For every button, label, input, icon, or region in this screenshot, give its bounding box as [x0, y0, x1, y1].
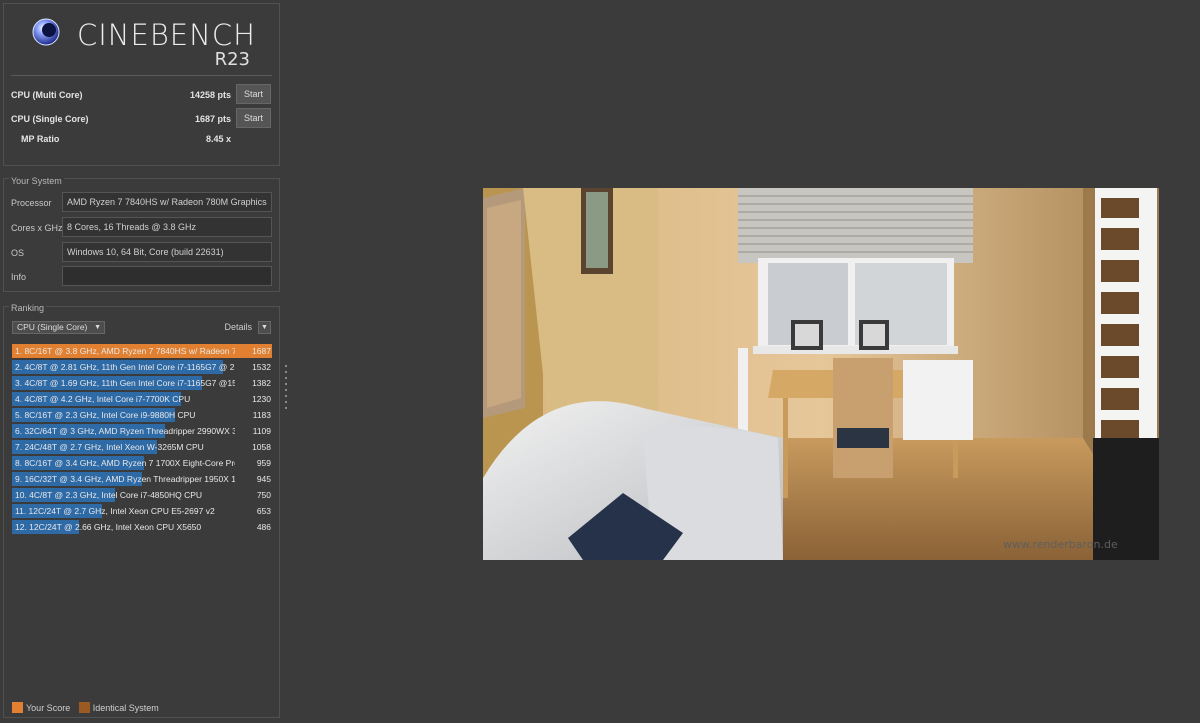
render-watermark: www.renderbaron.de — [1003, 538, 1118, 551]
ranking-row-label: 5. 8C/16T @ 2.3 GHz, Intel Core i9-9880H… — [15, 410, 196, 420]
chevron-down-icon: ▼ — [94, 324, 101, 331]
ranking-row-label: 3. 4C/8T @ 1.69 GHz, 11th Gen Intel Core… — [15, 378, 235, 388]
ranking-title: Ranking — [9, 303, 47, 313]
ranking-row-label: 2. 4C/8T @ 2.81 GHz, 11th Gen Intel Core… — [15, 362, 235, 372]
ranking-row[interactable]: 9. 16C/32T @ 3.4 GHz, AMD Ryzen Threadri… — [12, 472, 272, 486]
info-field[interactable] — [62, 266, 272, 286]
ranking-row-label: 4. 4C/8T @ 4.2 GHz, Intel Core i7-7700K … — [15, 394, 191, 404]
ranking-row-label: 7. 24C/48T @ 2.7 GHz, Intel Xeon W-3265M… — [15, 442, 204, 452]
your-score-legend-label: Your Score — [26, 702, 71, 713]
cores-field: 8 Cores, 16 Threads @ 3.8 GHz — [62, 217, 272, 237]
ranking-row[interactable]: 4. 4C/8T @ 4.2 GHz, Intel Core i7-7700K … — [12, 392, 272, 406]
ranking-legend: Your Score Identical System — [12, 702, 165, 713]
ranking-row[interactable]: 1. 8C/16T @ 3.8 GHz, AMD Ryzen 7 7840HS … — [12, 344, 272, 358]
ranking-mode-value: CPU (Single Core) — [17, 322, 88, 332]
mp-ratio-value: 8.45 x — [205, 134, 231, 144]
ranking-panel: Ranking CPU (Single Core) ▼ Details ▼ 1.… — [3, 303, 280, 718]
ranking-row[interactable]: 2. 4C/8T @ 2.81 GHz, 11th Gen Intel Core… — [12, 360, 272, 374]
details-dropdown-button[interactable]: ▼ — [258, 321, 271, 334]
ranking-row[interactable]: 7. 24C/48T @ 2.7 GHz, Intel Xeon W-3265M… — [12, 440, 272, 454]
ranking-row-label: 6. 32C/64T @ 3 GHz, AMD Ryzen Threadripp… — [15, 426, 235, 436]
os-label: OS — [11, 248, 25, 258]
panel-resize-handle[interactable] — [285, 365, 288, 411]
ranking-row-score: 1183 — [252, 410, 271, 420]
app-version: R23 — [214, 49, 250, 70]
ranking-row-label: 9. 16C/32T @ 3.4 GHz, AMD Ryzen Threadri… — [15, 474, 235, 484]
ranking-row-score: 1382 — [252, 378, 271, 388]
render-viewport: www.renderbaron.de — [483, 188, 1159, 560]
your-score-swatch — [12, 702, 23, 713]
start-single-core-button[interactable]: Start — [236, 108, 271, 128]
ranking-row-score: 750 — [256, 490, 271, 500]
app-title: CINEBENCH — [77, 18, 256, 52]
ranking-row-score: 1058 — [252, 442, 271, 452]
cores-label: Cores x GHz — [11, 223, 63, 233]
ranking-row[interactable]: 5. 8C/16T @ 2.3 GHz, Intel Core i9-9880H… — [12, 408, 272, 422]
your-system-panel: Your System Processor AMD Ryzen 7 7840HS… — [3, 176, 280, 292]
ranking-row[interactable]: 8. 8C/16T @ 3.4 GHz, AMD Ryzen 7 1700X E… — [12, 456, 272, 470]
ranking-row-score: 653 — [256, 506, 271, 516]
ranking-row[interactable]: 10. 4C/8T @ 2.3 GHz, Intel Core i7-4850H… — [12, 488, 272, 502]
ranking-row-label: 11. 12C/24T @ 2.7 GHz, Intel Xeon CPU E5… — [15, 506, 215, 516]
ranking-row-score: 945 — [256, 474, 271, 484]
single-core-label: CPU (Single Core) — [11, 114, 89, 124]
ranking-row-label: 8. 8C/16T @ 3.4 GHz, AMD Ryzen 7 1700X E… — [15, 458, 235, 468]
start-multi-core-button[interactable]: Start — [236, 84, 271, 104]
ranking-row[interactable]: 12. 12C/24T @ 2.66 GHz, Intel Xeon CPU X… — [12, 520, 272, 534]
ranking-row-score: 1109 — [252, 426, 271, 436]
ranking-row[interactable]: 3. 4C/8T @ 1.69 GHz, 11th Gen Intel Core… — [12, 376, 272, 390]
processor-field: AMD Ryzen 7 7840HS w/ Radeon 780M Graphi… — [62, 192, 272, 212]
ranking-mode-dropdown[interactable]: CPU (Single Core) ▼ — [12, 321, 105, 334]
ranking-row-score: 486 — [256, 522, 271, 532]
processor-label: Processor — [11, 198, 52, 208]
ranking-row-score: 1687 — [252, 346, 271, 356]
mp-ratio-label: MP Ratio — [21, 134, 60, 144]
os-field: Windows 10, 64 Bit, Core (build 22631) — [62, 242, 272, 262]
ranking-row[interactable]: 6. 32C/64T @ 3 GHz, AMD Ryzen Threadripp… — [12, 424, 272, 438]
identical-system-swatch — [78, 702, 90, 713]
ranking-row-label: 1. 8C/16T @ 3.8 GHz, AMD Ryzen 7 7840HS … — [15, 346, 235, 356]
cinema4d-logo-icon — [32, 18, 60, 46]
rendered-scene-image: www.renderbaron.de — [483, 188, 1159, 560]
ranking-row-score: 1532 — [252, 362, 271, 372]
ranking-row-label: 12. 12C/24T @ 2.66 GHz, Intel Xeon CPU X… — [15, 522, 202, 532]
ranking-row-score: 1230 — [252, 394, 271, 404]
header-panel: CINEBENCH R23 CPU (Multi Core) 14258 pts… — [3, 3, 280, 166]
ranking-row-label: 10. 4C/8T @ 2.3 GHz, Intel Core i7-4850H… — [15, 490, 203, 500]
your-system-title: Your System — [9, 176, 64, 186]
info-label: Info — [11, 272, 27, 282]
chevron-down-icon: ▼ — [261, 324, 268, 331]
multi-core-score: 14258 pts — [189, 90, 231, 100]
details-label: Details — [224, 322, 252, 332]
identical-system-legend-label: Identical System — [92, 702, 159, 713]
multi-core-label: CPU (Multi Core) — [11, 90, 83, 100]
ranking-row[interactable]: 11. 12C/24T @ 2.7 GHz, Intel Xeon CPU E5… — [12, 504, 272, 518]
divider — [11, 75, 272, 76]
single-core-score: 1687 pts — [194, 114, 231, 124]
ranking-row-score: 959 — [256, 458, 271, 468]
